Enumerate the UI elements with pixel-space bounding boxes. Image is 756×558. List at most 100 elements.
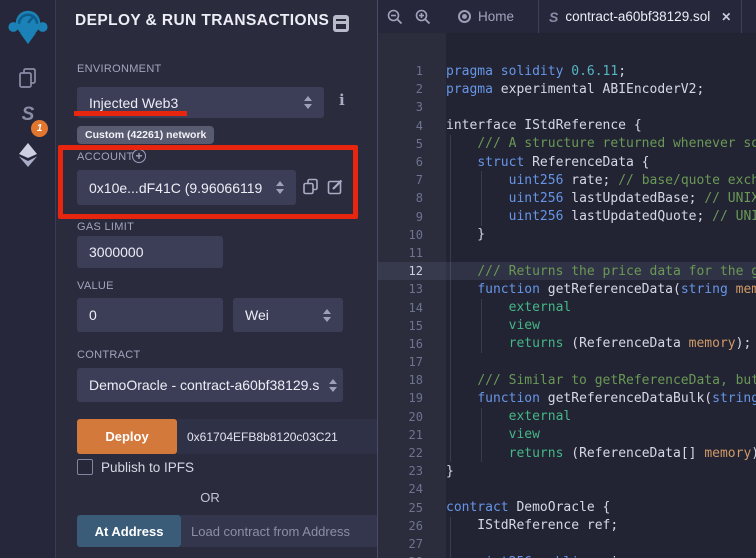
contract-value: DemoOracle - contract-a60bf38129.s (89, 377, 323, 393)
code-text: returns (ReferenceData memory); (446, 336, 751, 351)
constructor-arg-input[interactable] (177, 419, 378, 454)
zoom-in-icon[interactable] (412, 6, 434, 28)
code-text: function getReferenceDataBulk(string[] m… (446, 391, 756, 406)
deploy-button[interactable]: Deploy (77, 419, 177, 454)
code-area[interactable]: 1pragma solidity 0.6.11;2pragma experime… (378, 33, 756, 558)
environment-value: Injected Web3 (89, 95, 298, 111)
documentation-icon[interactable] (333, 15, 349, 32)
value-label: VALUE (77, 280, 114, 292)
line-number: 7 (378, 173, 446, 187)
remix-home-icon (458, 10, 471, 23)
line-number: 25 (378, 501, 446, 515)
annotation-red-underline (74, 111, 187, 116)
line-number: 20 (378, 410, 446, 424)
line-number: 3 (378, 100, 446, 114)
code-line-24[interactable]: 24 (378, 480, 756, 498)
code-line-3[interactable]: 3 (378, 98, 756, 116)
or-separator: OR (77, 490, 343, 505)
code-line-16[interactable]: 16 returns (ReferenceData memory); (378, 335, 756, 353)
code-line-28[interactable]: 28 uint256 public price; (378, 553, 756, 558)
code-line-8[interactable]: 8 uint256 lastUpdatedBase; // UNIX epoch… (378, 189, 756, 207)
environment-info-icon[interactable]: i (339, 91, 345, 109)
gas-limit-input[interactable] (77, 236, 223, 268)
code-line-26[interactable]: 26 IStdReference ref; (378, 517, 756, 535)
code-line-6[interactable]: 6 struct ReferenceData { (378, 153, 756, 171)
line-number: 17 (378, 355, 446, 369)
code-text: uint256 public price; (446, 555, 642, 558)
code-line-7[interactable]: 7 uint256 rate; // base/quote exchange r… (378, 171, 756, 189)
code-text: contract DemoOracle { (446, 500, 610, 515)
line-number: 18 (378, 373, 446, 387)
value-unit: Wei (245, 307, 317, 323)
code-line-20[interactable]: 20 external (378, 408, 756, 426)
close-tab-icon[interactable]: ✕ (721, 10, 731, 24)
code-text: uint256 lastUpdatedBase; // UNIX epoch o… (446, 191, 756, 206)
code-line-5[interactable]: 5 /// A structure returned whenever some… (378, 135, 756, 153)
line-number: 22 (378, 446, 446, 460)
code-text: interface IStdReference { (446, 118, 642, 133)
code-text: pragma solidity 0.6.11; (446, 64, 626, 79)
code-text: /// A structure returned whenever someon… (446, 136, 756, 151)
gas-limit-label: GAS LIMIT (77, 221, 134, 233)
code-text: } (446, 227, 485, 242)
code-line-13[interactable]: 13 function getReferenceData(string memo… (378, 280, 756, 298)
code-line-15[interactable]: 15 view (378, 317, 756, 335)
code-line-17[interactable]: 17 (378, 353, 756, 371)
code-text: pragma experimental ABIEncoderV2; (446, 82, 704, 97)
code-line-4[interactable]: 4interface IStdReference { (378, 117, 756, 135)
solidity-compiler-icon[interactable]: S (0, 105, 56, 124)
contract-select[interactable]: DemoOracle - contract-a60bf38129.s (77, 368, 343, 402)
at-address-button[interactable]: At Address (77, 515, 181, 547)
code-text: function getReferenceData(string memory … (446, 282, 756, 297)
code-line-12[interactable]: 12 /// Returns the price data for the gi… (378, 262, 756, 280)
code-line-19[interactable]: 19 function getReferenceDataBulk(string[… (378, 389, 756, 407)
publish-ipfs-checkbox[interactable] (77, 459, 93, 475)
code-line-18[interactable]: 18 /// Similar to getReferenceData, but … (378, 371, 756, 389)
line-number: 8 (378, 191, 446, 205)
line-number: 2 (378, 82, 446, 96)
line-number: 16 (378, 337, 446, 351)
code-text: } (446, 464, 454, 479)
editor-tabbar: Home S contract-a60bf38129.sol ✕ (378, 0, 756, 33)
line-number: 13 (378, 282, 446, 296)
code-line-1[interactable]: 1pragma solidity 0.6.11; (378, 62, 756, 80)
tab-home[interactable]: Home (448, 0, 524, 33)
deploy-run-panel: DEPLOY & RUN TRANSACTIONS ENVIRONMENT In… (56, 0, 377, 558)
deploy-and-run-icon[interactable] (0, 142, 56, 168)
select-arrows-icon (323, 309, 331, 322)
tab-contract-file[interactable]: S contract-a60bf38129.sol ✕ (539, 0, 741, 33)
line-number: 12 (378, 264, 446, 278)
file-explorer-icon[interactable] (0, 66, 56, 90)
at-address-input[interactable] (181, 515, 378, 547)
publish-ipfs-label: Publish to IPFS (101, 460, 194, 475)
remix-logo (6, 6, 50, 48)
code-line-9[interactable]: 9 uint256 lastUpdatedQuote; // UNIX epoc… (378, 208, 756, 226)
value-unit-select[interactable]: Wei (233, 298, 343, 332)
code-text: view (446, 427, 540, 442)
code-line-23[interactable]: 23} (378, 462, 756, 480)
code-line-25[interactable]: 25contract DemoOracle { (378, 499, 756, 517)
code-line-11[interactable]: 11 (378, 244, 756, 262)
line-number: 21 (378, 428, 446, 442)
code-text: /// Returns the price data for the given… (446, 264, 756, 279)
line-number: 10 (378, 228, 446, 242)
activity-bar: S 1 (0, 0, 56, 558)
code-line-27[interactable]: 27 (378, 535, 756, 553)
code-line-2[interactable]: 2pragma experimental ABIEncoderV2; (378, 80, 756, 98)
code-text: /// Similar to getReferenceData, but wit… (446, 373, 756, 388)
remix-ide-window: S 1 DEPLOY & RUN TRANSACTIONS ENVIRONMEN… (0, 0, 756, 558)
code-line-22[interactable]: 22 returns (ReferenceData[] memory); (378, 444, 756, 462)
code-line-21[interactable]: 21 view (378, 426, 756, 444)
remix-logo-icon[interactable] (0, 6, 56, 48)
code-line-10[interactable]: 10 } (378, 226, 756, 244)
code-line-14[interactable]: 14 external (378, 298, 756, 316)
zoom-out-icon[interactable] (384, 6, 406, 28)
code-text: returns (ReferenceData[] memory); (446, 446, 756, 461)
line-number: 27 (378, 537, 446, 551)
line-number: 5 (378, 137, 446, 151)
line-number: 6 (378, 155, 446, 169)
tab-separator (741, 0, 742, 33)
contract-label: CONTRACT (77, 349, 141, 361)
line-number: 26 (378, 519, 446, 533)
value-input[interactable] (77, 298, 223, 332)
